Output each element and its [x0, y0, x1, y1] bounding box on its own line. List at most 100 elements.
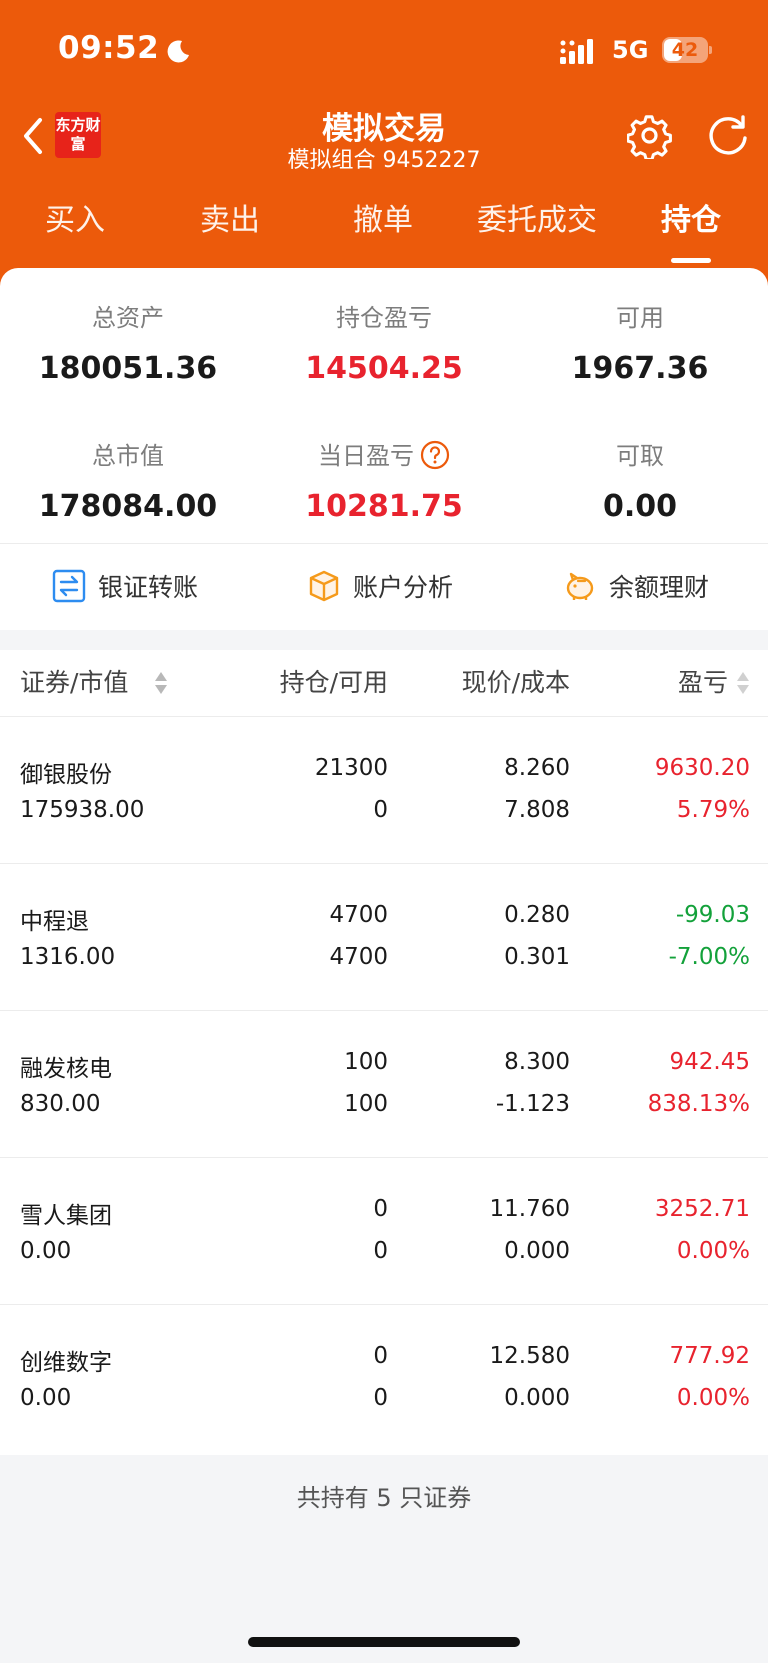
- total-assets-value: 180051.36: [38, 351, 218, 386]
- market-value: 830.00: [20, 1091, 101, 1117]
- home-indicator[interactable]: [248, 1637, 520, 1647]
- table-row[interactable]: 御银股份 175938.00 21300 0 8.260 7.808 9630.20 5.79…: [0, 716, 768, 863]
- profit-loss-pct: 0.00%: [676, 1385, 750, 1411]
- trade-tabs: 买入 卖出 撤单 委托成交 持仓: [0, 195, 768, 255]
- position-qty: 0: [373, 1343, 388, 1369]
- column-header-pl-label: 盈亏: [677, 668, 728, 697]
- cost-price: 7.808: [504, 797, 570, 823]
- sort-icon[interactable]: [154, 670, 168, 696]
- security-name: 中程退: [20, 909, 89, 935]
- active-tab-indicator: [671, 258, 711, 263]
- column-header-security[interactable]: 证券/市值: [20, 650, 128, 716]
- cost-price: 0.301: [504, 944, 570, 970]
- column-header-price: 现价/成本: [461, 668, 570, 697]
- battery-icon: 42: [662, 37, 712, 63]
- profit-loss: 942.45: [669, 1049, 750, 1075]
- column-header-security-label: 证券/市值: [20, 668, 129, 697]
- available-qty: 0: [373, 1238, 388, 1264]
- withdrawable: 可取 0.00: [512, 436, 768, 524]
- piggy-bank-icon: [566, 572, 594, 600]
- network-type: 5G: [612, 36, 649, 64]
- sort-icon[interactable]: [736, 670, 750, 696]
- tab-sell[interactable]: 卖出: [155, 195, 305, 239]
- refresh-icon[interactable]: [705, 113, 751, 159]
- market-value: 总市值 178084.00: [0, 436, 256, 524]
- cost-price: -1.123: [495, 1091, 570, 1117]
- table-row[interactable]: 融发核电 830.00 100 100 8.300 -1.123 942.45 838.13%: [0, 1010, 768, 1157]
- market-value: 1316.00: [20, 944, 116, 970]
- position-pl-value: 14504.25: [305, 351, 463, 386]
- moon-icon: [167, 40, 189, 63]
- profit-loss: 9630.20: [654, 755, 750, 781]
- daily-pl-label: 当日盈亏: [318, 442, 414, 470]
- available-qty: 100: [344, 1091, 388, 1117]
- box-icon: [309, 570, 339, 602]
- holdings-table: 证券/市值 持仓/可用 现价/成本 盈亏 御银股份 175938.00 21300 0…: [0, 650, 768, 1455]
- security-name: 御银股份: [20, 762, 112, 788]
- position-qty: 4700: [329, 902, 388, 928]
- available-qty: 0: [373, 1385, 388, 1411]
- transfer-icon: [52, 569, 86, 603]
- current-price: 11.760: [489, 1196, 570, 1222]
- market-value-value: 178084.00: [38, 489, 218, 524]
- profit-loss: 3252.71: [654, 1196, 750, 1222]
- daily-pl: 当日盈亏 10281.75: [256, 436, 512, 524]
- profit-loss-pct: 0.00%: [676, 1238, 750, 1264]
- current-price: 0.280: [504, 902, 570, 928]
- gear-icon[interactable]: [627, 113, 673, 159]
- tab-buy[interactable]: 买入: [0, 195, 150, 239]
- bank-transfer-button[interactable]: 银证转账: [52, 543, 198, 629]
- balance-wealth-label: 余额理财: [609, 573, 710, 602]
- market-value: 0.00: [20, 1385, 72, 1411]
- position-pl-label: 持仓盈亏: [336, 304, 432, 332]
- help-icon[interactable]: [420, 440, 450, 470]
- tab-orders-fills[interactable]: 委托成交: [462, 195, 612, 239]
- account-analysis-label: 账户分析: [353, 573, 454, 602]
- cost-price: 0.000: [504, 1238, 570, 1264]
- total-assets-label: 总资产: [92, 304, 164, 332]
- profit-loss-pct: 5.79%: [676, 797, 750, 823]
- table-row[interactable]: 创维数字 0.00 0 0 12.580 0.000 777.92 0.00%: [0, 1304, 768, 1451]
- withdrawable-value: 0.00: [602, 489, 678, 524]
- profit-loss: -99.03: [675, 902, 750, 928]
- profit-loss-pct: 838.13%: [647, 1091, 750, 1117]
- profit-loss: 777.92: [669, 1343, 750, 1369]
- app-header: 09:52 5G 42 东方财富 模拟交易 模拟组合 9452227 买入 卖出…: [0, 0, 768, 290]
- tab-cancel-order[interactable]: 撤单: [308, 195, 458, 239]
- market-value: 0.00: [20, 1238, 72, 1264]
- position-qty: 100: [344, 1049, 388, 1075]
- status-bar: 09:52 5G 42: [0, 0, 768, 100]
- available-qty: 0: [373, 797, 388, 823]
- status-time: 09:52: [58, 30, 160, 66]
- available-value: 1967.36: [571, 351, 709, 386]
- column-header-pl[interactable]: 盈亏: [600, 650, 728, 716]
- profit-loss-pct: -7.00%: [668, 944, 750, 970]
- table-row[interactable]: 雪人集团 0.00 0 0 11.760 0.000 3252.71 0.00%: [0, 1157, 768, 1304]
- current-price: 8.300: [504, 1049, 570, 1075]
- market-value-label: 总市值: [92, 442, 164, 470]
- market-value: 175938.00: [20, 797, 145, 823]
- column-header-position: 持仓/可用: [279, 668, 388, 697]
- table-row[interactable]: 中程退 1316.00 4700 4700 0.280 0.301 -99.03 -7.00%: [0, 863, 768, 1010]
- balance-wealth-button[interactable]: 余额理财: [563, 543, 709, 629]
- withdrawable-label: 可取: [616, 442, 664, 470]
- available-label: 可用: [616, 304, 664, 332]
- security-name: 雪人集团: [20, 1203, 112, 1229]
- tab-positions[interactable]: 持仓: [616, 195, 766, 239]
- signal-icon: [560, 39, 593, 64]
- cost-price: 0.000: [504, 1385, 570, 1411]
- current-price: 8.260: [504, 755, 570, 781]
- quick-actions: 银证转账 账户分析 余额理财: [0, 543, 768, 629]
- security-name: 融发核电: [20, 1056, 112, 1082]
- battery-level: 42: [671, 39, 699, 61]
- available-funds: 可用 1967.36: [512, 298, 768, 386]
- holdings-count: 共持有 5 只证券: [296, 1484, 472, 1512]
- total-assets: 总资产 180051.36: [0, 298, 256, 386]
- available-qty: 4700: [329, 944, 388, 970]
- security-name: 创维数字: [20, 1350, 112, 1376]
- bank-transfer-label: 银证转账: [98, 573, 199, 602]
- daily-pl-label-row: 当日盈亏: [256, 436, 512, 471]
- account-analysis-button[interactable]: 账户分析: [307, 543, 453, 629]
- daily-pl-value: 10281.75: [305, 489, 463, 524]
- position-qty: 0: [373, 1196, 388, 1222]
